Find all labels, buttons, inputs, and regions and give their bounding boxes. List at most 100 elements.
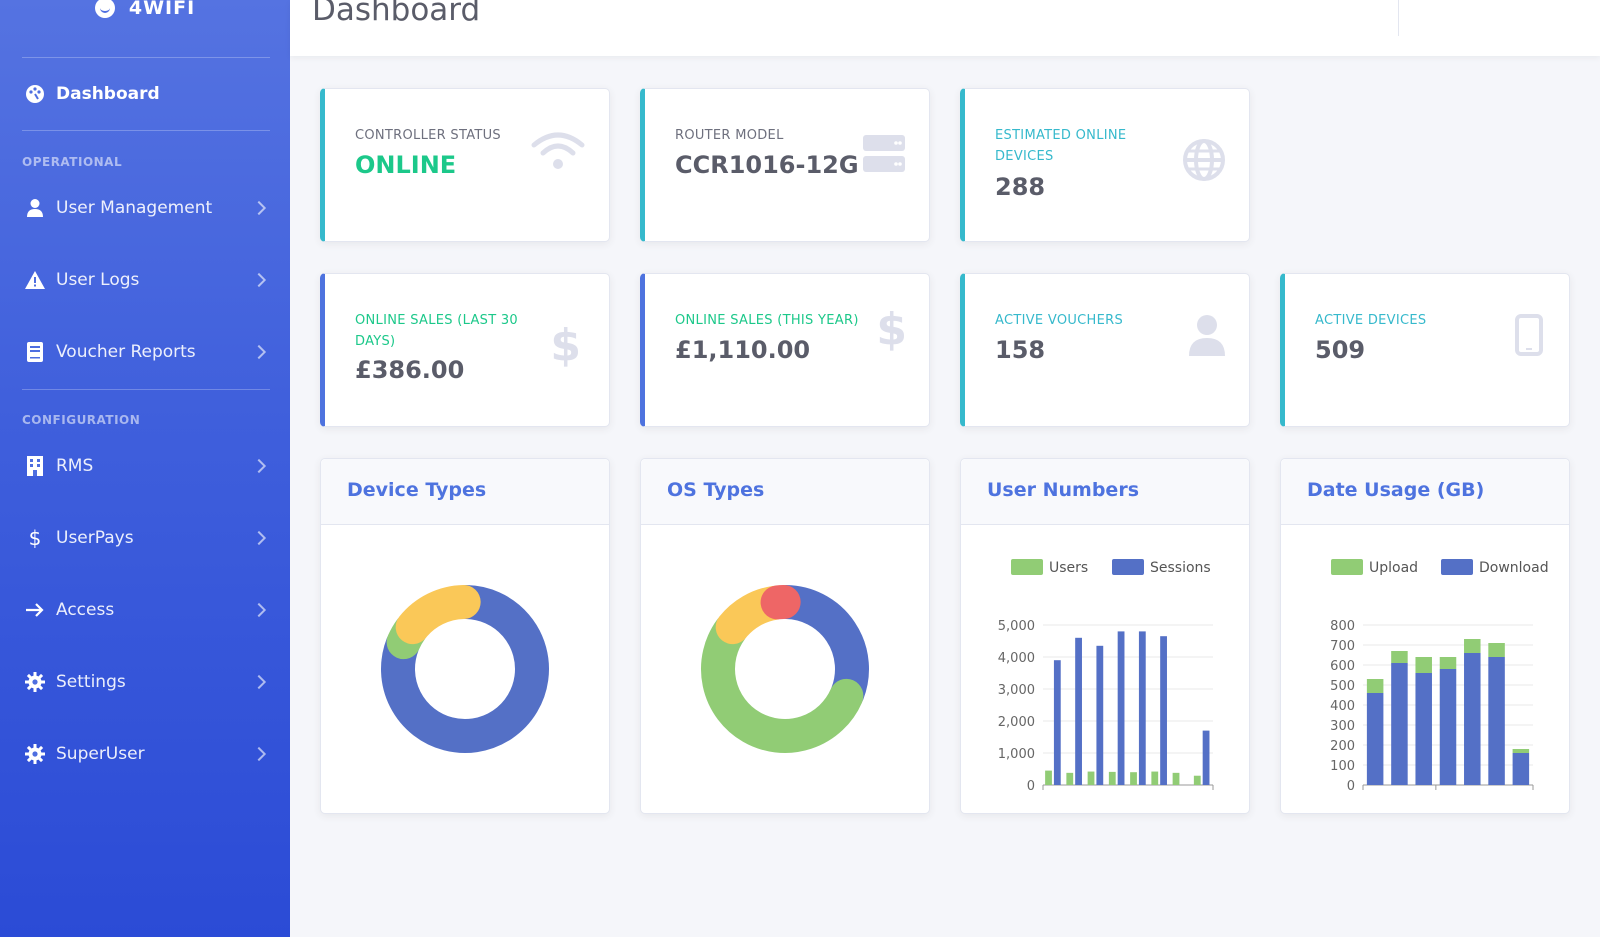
stat-label: ACTIVE VOUCHERS — [995, 313, 1124, 328]
bar — [1045, 770, 1052, 785]
topbar: Dashboard — [290, 0, 1600, 56]
sidebar-item-label: Access — [56, 600, 115, 620]
stat-label: ESTIMATED ONLINE DEVICES — [995, 125, 1126, 167]
donut-slice — [701, 612, 864, 753]
section-heading-configuration: CONFIGURATION — [22, 413, 141, 427]
stat-value: 288 — [995, 173, 1046, 201]
bar — [1096, 645, 1104, 785]
bar — [1151, 771, 1159, 785]
bar — [1066, 772, 1074, 785]
legend-label: Upload — [1369, 560, 1418, 576]
bar — [1415, 657, 1432, 673]
sidebar-item-user-logs[interactable]: User Logs — [0, 260, 290, 300]
building-icon — [24, 455, 46, 477]
y-tick-label: 300 — [1330, 719, 1355, 734]
stat-card-online-sales-this-year: ONLINE SALES (THIS YEAR) £1,110.00 $ — [640, 273, 930, 427]
globe-icon — [1183, 139, 1225, 185]
sidebar-item-label: RMS — [56, 456, 94, 476]
stat-label-line: ESTIMATED ONLINE — [995, 128, 1127, 143]
y-tick-label: 700 — [1330, 639, 1355, 654]
chart-card-device-types: Device Types — [320, 458, 610, 814]
stat-value: £386.00 — [355, 356, 465, 384]
chevron-right-icon — [251, 200, 267, 216]
sidebar-divider — [22, 389, 270, 390]
wifi-icon — [531, 131, 585, 175]
y-tick-label: 2,000 — [998, 715, 1035, 730]
user-icon — [24, 197, 46, 219]
sidebar-item-label: Dashboard — [56, 84, 160, 104]
section-heading-operational: OPERATIONAL — [22, 155, 123, 169]
legend-swatch — [1441, 559, 1473, 575]
warning-icon — [24, 269, 46, 291]
chart-title: Device Types — [347, 479, 487, 501]
sidebar-item-voucher-reports[interactable]: Voucher Reports — [0, 332, 290, 372]
y-tick-label: 4,000 — [998, 651, 1035, 666]
bar — [1172, 772, 1180, 785]
stat-card-online-sales-30-days: ONLINE SALES (LAST 30 DAYS) £386.00 $ — [320, 273, 610, 427]
sidebar-item-label: User Management — [56, 198, 213, 218]
bar — [1160, 636, 1167, 785]
stat-label: ONLINE SALES (LAST 30 DAYS) — [355, 310, 518, 352]
sidebar-item-access[interactable]: Access — [0, 590, 290, 630]
bar — [1130, 772, 1137, 785]
chart-card-user-numbers: User Numbers Users Sessions 5,000 4,000 3,00… — [960, 458, 1250, 814]
brand[interactable]: 4WIFI — [0, 0, 290, 28]
y-tick-label: 5,000 — [998, 619, 1035, 634]
sidebar-item-label: UserPays — [56, 528, 134, 548]
sidebar-item-userpays[interactable]: $ UserPays — [0, 518, 290, 558]
arrow-right-icon — [24, 599, 46, 621]
sidebar-item-settings[interactable]: Settings — [0, 662, 290, 702]
server-icon — [863, 135, 905, 177]
bar — [1193, 775, 1201, 785]
y-tick-label: 100 — [1330, 759, 1355, 774]
donut-chart — [381, 585, 549, 753]
topbar-divider — [1398, 0, 1399, 36]
stat-card-active-vouchers: ACTIVE VOUCHERS 158 — [960, 273, 1250, 427]
legend-label: Download — [1479, 560, 1549, 576]
sidebar-item-user-management[interactable]: User Management — [0, 188, 290, 228]
bar — [1488, 643, 1505, 657]
bar-chart: Upload Download 800 700 600 500 400 300 200 100 0 — [1330, 559, 1549, 794]
brand-name: 4WIFI — [128, 0, 196, 19]
chevron-right-icon — [251, 602, 267, 618]
sidebar-item-rms[interactable]: RMS — [0, 446, 290, 486]
bar — [1464, 653, 1481, 785]
sidebar-item-superuser[interactable]: SuperUser — [0, 734, 290, 774]
bar — [1138, 631, 1146, 785]
chart-title: User Numbers — [987, 479, 1139, 501]
sidebar-divider — [22, 130, 270, 131]
smile-icon — [94, 0, 115, 18]
y-tick-label: 200 — [1330, 739, 1355, 754]
chevron-right-icon — [251, 344, 267, 360]
dollar-icon: $ — [876, 304, 907, 355]
user-icon — [1189, 314, 1225, 360]
y-tick-label: 400 — [1330, 699, 1355, 714]
dollar-icon: $ — [28, 526, 42, 550]
y-tick-label: 0 — [1347, 779, 1355, 794]
legend-label: Users — [1049, 560, 1088, 576]
sidebar-item-label: Voucher Reports — [56, 342, 196, 362]
y-tick-label: 1,000 — [998, 747, 1035, 762]
palette-icon — [24, 83, 46, 105]
bar — [1087, 771, 1095, 785]
y-tick-label: 3,000 — [998, 683, 1035, 698]
bar — [1391, 663, 1408, 785]
sidebar-divider — [22, 57, 270, 58]
stat-card-router-model: ROUTER MODEL CCR1016-12G — [640, 88, 930, 242]
bar — [1108, 771, 1116, 785]
chart-header: User Numbers — [961, 459, 1249, 525]
y-tick-label: 500 — [1330, 679, 1355, 694]
sidebar-item-label: User Logs — [56, 270, 140, 290]
bar — [1391, 651, 1408, 663]
sidebar-item-dashboard[interactable]: Dashboard — [0, 74, 290, 114]
chart-header: Date Usage (GB) — [1281, 459, 1569, 525]
bar — [1053, 660, 1061, 785]
donut-chart — [701, 585, 869, 753]
stat-card-controller-status: CONTROLLER STATUS ONLINE — [320, 88, 610, 242]
stat-label-line: DEVICES — [995, 149, 1054, 164]
donut-slice — [395, 585, 481, 645]
book-icon — [24, 341, 46, 363]
stat-value: 158 — [995, 336, 1046, 364]
bar-chart: Users Sessions 5,000 4,000 3,000 2,000 1,000 0 — [998, 559, 1214, 794]
bar — [1366, 693, 1384, 785]
